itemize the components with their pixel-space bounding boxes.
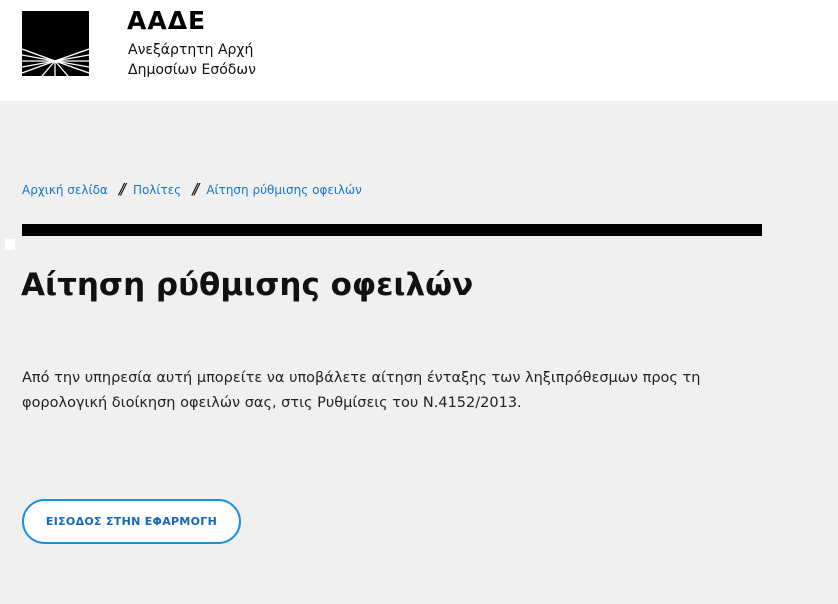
logo-subtitle-line1: Ανεξάρτητη Αρχή [128, 42, 254, 58]
focus-marker [5, 239, 15, 250]
breadcrumb-item-citizens[interactable]: Πολίτες [133, 183, 181, 197]
enter-application-button[interactable]: ΕΙΣΟΔΟΣ ΣΤΗΝ ΕΦΑΡΜΟΓΗ [22, 499, 241, 544]
page-title: Αίτηση ρύθμισης οφειλών [21, 267, 474, 303]
service-description: Από την υπηρεσία αυτή μπορείτε να υποβάλ… [22, 370, 701, 411]
logo-title[interactable]: ΑΑΔΕ [127, 6, 206, 36]
breadcrumb-item-current[interactable]: Αίτηση ρύθμισης οφειλών [206, 183, 361, 197]
breadcrumb-separator: // [118, 180, 126, 198]
logo-subtitle: Ανεξάρτητη Αρχή Δημοσίων Εσόδων [128, 40, 328, 80]
breadcrumb-separator: // [192, 180, 199, 198]
breadcrumb-item-home[interactable]: Αρχική σελίδα [22, 183, 108, 197]
aade-logo-icon[interactable] [22, 11, 89, 76]
title-divider [22, 224, 762, 236]
breadcrumb: Αρχική σελίδα // Πολίτες // Αίτηση ρύθμισης … [22, 180, 362, 199]
site-header: ΑΑΔΕ Ανεξάρτητη Αρχή Δημοσίων Εσόδων [0, 0, 838, 101]
logo-subtitle-line2: Δημοσίων Εσόδων [128, 62, 256, 78]
